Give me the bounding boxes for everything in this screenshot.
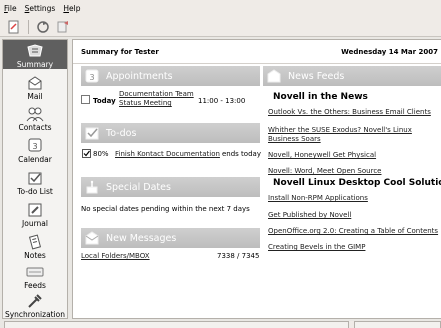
todo-icon <box>83 124 101 142</box>
feed-article-link[interactable]: Get Published by Novell <box>268 211 351 219</box>
section-title: To-dos <box>106 127 137 139</box>
cake-icon <box>83 178 101 196</box>
feed-article-link[interactable]: Creating Bevels in the GIMP <box>268 243 365 251</box>
sidebar-item-label: Feeds <box>24 281 46 290</box>
journal-icon <box>26 201 44 218</box>
section-title: Appointments <box>106 70 173 82</box>
feed-article-link[interactable]: Novell: Word, Meet Open Source <box>268 167 381 175</box>
sidebar-item-label: To-do List <box>17 187 53 196</box>
todo-percent: 80% <box>93 150 109 158</box>
special-dates-section-header: Special Dates <box>81 177 260 197</box>
sidebar-item-summary[interactable]: Summary <box>3 40 67 69</box>
sidebar-item-label: Journal <box>22 219 48 228</box>
feed-article-link[interactable]: OpenOffice.org 2.0: Creating a Table of … <box>268 227 438 235</box>
feeds-icon <box>26 264 44 280</box>
appointments-section-header: 3 Appointments <box>81 66 260 86</box>
toolbar <box>0 17 441 37</box>
sidebar-item-notes[interactable]: Notes <box>3 230 67 260</box>
contacts-icon <box>26 105 44 122</box>
menubar: File Settings Help <box>0 0 441 17</box>
mail-folder-link[interactable]: Local Folders/MBOX <box>81 252 150 260</box>
sync-icon <box>37 20 49 33</box>
menu-help[interactable]: Help <box>63 4 80 13</box>
calendar-icon: 3 <box>83 67 101 85</box>
menu-settings-rest: ettings <box>29 4 56 13</box>
new-document-icon <box>8 20 19 33</box>
todos-section-header: To-dos <box>81 123 260 143</box>
section-title: News Feeds <box>288 70 345 82</box>
feed-article-link[interactable]: Novell, Honeywell Get Physical <box>268 151 376 159</box>
summary-icon <box>26 42 44 59</box>
feed-group-title: Novell in the News <box>273 92 368 102</box>
special-dates-message: No special dates pending within the next… <box>81 205 250 213</box>
sidebar-item-calendar[interactable]: 3 Calendar <box>3 133 67 165</box>
todo-link[interactable]: Finish Kontact Documentation <box>115 150 220 158</box>
menu-help-rest: elp <box>69 4 81 13</box>
summary-panel: Summary for Tester Wednesday 14 Mar 2007… <box>72 39 441 319</box>
status-info-area <box>354 321 441 328</box>
sidebar-item-todo[interactable]: To-do List <box>3 166 67 196</box>
summary-header: Summary for Tester Wednesday 14 Mar 2007 <box>73 40 441 64</box>
new-document-button[interactable] <box>6 19 22 35</box>
notes-icon <box>26 233 44 250</box>
todo-checkbox[interactable] <box>82 149 91 160</box>
feeds-icon <box>265 67 283 85</box>
sidebar-item-feeds[interactable]: Feeds <box>3 262 67 290</box>
appointment-time: 11:00 - 13:00 <box>198 97 246 105</box>
section-title: New Messages <box>106 232 177 244</box>
current-date: Wednesday 14 Mar 2007 <box>341 47 438 56</box>
menu-file[interactable]: File <box>4 4 17 13</box>
svg-text:3: 3 <box>32 142 37 151</box>
sidebar-item-label: Synchronization <box>4 310 66 319</box>
appointment-link-line2[interactable]: Status Meeting <box>119 99 172 107</box>
configure-button[interactable] <box>55 19 71 35</box>
status-message-area <box>4 321 349 328</box>
sidebar-item-label: Mail <box>27 92 43 101</box>
configure-icon <box>57 20 68 32</box>
news-feeds-section-header: News Feeds <box>263 66 441 86</box>
sidebar-item-journal[interactable]: Journal <box>3 198 67 228</box>
feed-article-link[interactable]: Install Non-RPM Applications <box>268 194 368 202</box>
todo-due: ends today <box>222 150 261 158</box>
appointment-day: Today <box>93 97 116 105</box>
todo-list-icon <box>81 95 90 106</box>
synchronization-icon <box>26 292 44 309</box>
menu-settings[interactable]: Settings <box>25 4 56 13</box>
feed-article-link-line1[interactable]: Whither the SUSE Exodus? Novell's Linux <box>268 126 412 134</box>
mail-icon <box>83 229 101 247</box>
feed-article-link-line2[interactable]: Business Soars <box>268 135 321 143</box>
mail-icon <box>26 74 44 91</box>
sidebar-item-label: Summary <box>16 60 54 69</box>
statusbar <box>4 321 441 328</box>
section-title: Special Dates <box>106 181 171 193</box>
sidebar-item-mail[interactable]: Mail <box>3 71 67 101</box>
sidebar-item-label: Calendar <box>18 155 52 164</box>
sidebar: Summary Mail Contacts 3 Calendar To-do L… <box>2 39 68 319</box>
calendar-icon: 3 <box>26 136 44 154</box>
page-title: Summary for Tester <box>81 47 159 56</box>
sidebar-item-synchronization[interactable]: Synchronization <box>3 291 67 319</box>
mail-count: 7338 / 7345 <box>217 252 260 260</box>
sidebar-item-contacts[interactable]: Contacts <box>3 102 67 132</box>
sync-button[interactable] <box>35 19 51 35</box>
new-messages-section-header: New Messages <box>81 228 260 248</box>
feed-group-title: Novell Linux Desktop Cool Solutions <box>273 178 441 188</box>
sidebar-item-label: Notes <box>24 251 46 260</box>
toolbar-separator <box>28 19 29 34</box>
todo-icon <box>26 169 44 186</box>
menu-file-rest: ile <box>7 4 17 13</box>
svg-text:3: 3 <box>89 73 94 82</box>
sidebar-item-label: Contacts <box>18 123 52 132</box>
appointment-link-line1[interactable]: Documentation Team <box>119 90 194 98</box>
feed-article-link[interactable]: Outlook Vs. the Others: Business Email C… <box>268 108 431 116</box>
